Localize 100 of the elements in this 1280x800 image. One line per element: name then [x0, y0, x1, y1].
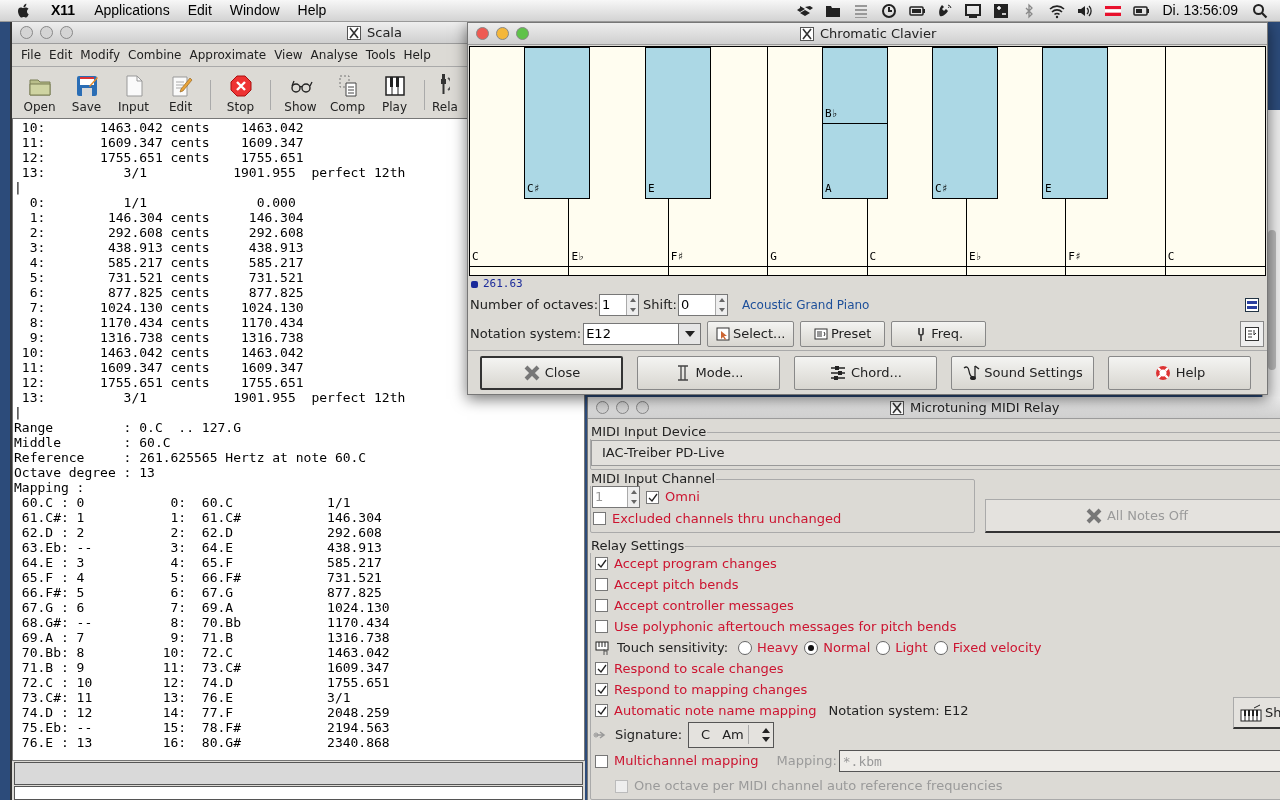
menu-item[interactable]: Modify	[76, 46, 125, 64]
toolbar-button[interactable]: Stop	[217, 74, 264, 116]
close-button[interactable]	[596, 401, 609, 414]
menu-item[interactable]: Approximate	[185, 46, 271, 64]
minimize-button[interactable]	[616, 401, 629, 414]
accidental-key[interactable]: A	[822, 122, 888, 199]
accidental-key[interactable]: E	[1042, 47, 1108, 199]
radio-button[interactable]	[738, 640, 753, 655]
menu-item[interactable]: File	[17, 46, 46, 64]
output-line: 6: 877.825 cents 877.825	[28, 285, 304, 300]
scrollbar-thumb[interactable]	[1268, 230, 1276, 370]
checkbox[interactable]	[595, 599, 608, 612]
phone-icon[interactable]	[936, 2, 953, 19]
tool-button[interactable]: Preset	[800, 321, 886, 347]
checkbox-label: Respond to mapping changes	[614, 680, 808, 699]
menu-item[interactable]: Help	[399, 46, 435, 64]
toolbar-button[interactable]: Comp	[324, 74, 371, 116]
toolbar-button[interactable]: Rela	[431, 74, 461, 116]
menu-item[interactable]: Edit	[45, 46, 77, 64]
x11-icon	[890, 400, 904, 415]
zoom-button[interactable]	[516, 27, 529, 40]
keyboard-icon	[1240, 703, 1262, 722]
menu-item[interactable]: Edit	[178, 0, 221, 21]
zoom-button[interactable]	[636, 401, 649, 414]
radio-label: Heavy	[757, 638, 799, 657]
checkbox[interactable]	[595, 620, 608, 633]
checkbox[interactable]	[646, 490, 659, 504]
dialog-button[interactable]: Mode...	[637, 355, 780, 390]
notation-combobox[interactable]: E12	[583, 323, 702, 345]
menu-item[interactable]: Tools	[361, 46, 400, 64]
toolbar-button[interactable]: Play	[371, 74, 418, 116]
checkbox[interactable]	[595, 704, 608, 717]
menu-item[interactable]: X11	[41, 0, 86, 21]
output-line: 11: 1609.347 cents 1609.347	[20, 135, 304, 150]
x11-icon	[800, 26, 814, 41]
dialog-button[interactable]: Close	[480, 355, 623, 390]
apple-icon[interactable]	[17, 2, 31, 19]
toolbar-button[interactable]: Input	[110, 74, 157, 116]
group-label: Relay Settings	[590, 539, 686, 553]
window-title: Chromatic Clavier	[820, 24, 937, 43]
accidental-key[interactable]: C♯	[932, 47, 998, 199]
display-icon[interactable]	[964, 2, 981, 19]
natural-key[interactable]: C	[1165, 199, 1265, 275]
menu-item[interactable]: View	[270, 46, 307, 64]
checkbox[interactable]	[595, 578, 608, 591]
command-field[interactable]	[14, 786, 583, 800]
side-button[interactable]: Sh	[1233, 697, 1280, 729]
checkbox[interactable]	[595, 754, 608, 768]
menu-item[interactable]: Applications	[85, 0, 179, 21]
dialog-button[interactable]: Chord...	[794, 355, 937, 390]
toolbar-button[interactable]: Save	[63, 74, 110, 116]
menu-item[interactable]: Combine	[124, 46, 186, 64]
sliders-icon	[828, 363, 847, 382]
radio-button[interactable]	[804, 640, 819, 655]
wifi-icon[interactable]	[1048, 2, 1065, 19]
output-line: 9: 1316.738 cents 1316.738	[28, 330, 304, 345]
close-button[interactable]	[476, 27, 489, 40]
checkbox[interactable]	[595, 662, 608, 675]
radio-button[interactable]	[876, 640, 891, 655]
checkbox-label: Excluded channels thru unchanged	[612, 509, 842, 528]
clock-icon[interactable]	[880, 2, 897, 19]
toolbar-button[interactable]: Open	[16, 74, 63, 116]
options-button[interactable]	[1240, 321, 1264, 347]
checkbox[interactable]	[593, 512, 606, 525]
radio-label: Light	[895, 638, 928, 657]
radio-button[interactable]	[933, 640, 948, 655]
group-label: MIDI Input Channel	[590, 472, 717, 486]
output-line: 13: 3/1 1901.955 perfect 12th	[20, 165, 406, 180]
output-line: 11: 1609.347 cents 1609.347	[20, 360, 304, 375]
minimize-button[interactable]	[496, 27, 509, 40]
menu-item[interactable]: Help	[288, 0, 336, 21]
toolbar-button[interactable]: Edit	[157, 74, 204, 116]
search-icon[interactable]	[1252, 2, 1268, 19]
dropdown-arrow-icon[interactable]	[683, 330, 696, 338]
close-button[interactable]	[20, 26, 33, 39]
toolbar-button[interactable]: Show	[277, 74, 324, 116]
menu-item[interactable]: Analyse	[306, 46, 362, 64]
tool-button[interactable]: Freq.	[891, 321, 987, 347]
instrument-link[interactable]: Acoustic Grand Piano	[741, 296, 870, 314]
checkbox[interactable]	[595, 557, 608, 570]
minimize-button[interactable]	[40, 26, 53, 39]
clock[interactable]: Di. 13:56:09	[1154, 0, 1246, 21]
dialog-button[interactable]: Help	[1108, 355, 1251, 390]
device-field[interactable]: IAC-Treiber PD-Live	[591, 440, 1280, 466]
list-icon[interactable]	[1245, 298, 1259, 312]
bars-icon[interactable]	[852, 2, 869, 19]
output-line: |	[14, 180, 22, 195]
octaves-spinner[interactable]: 1	[599, 294, 640, 316]
accidental-key[interactable]: E	[645, 47, 711, 199]
output-line: 60.C : 0 0: 60.C 1/1	[20, 495, 351, 510]
zoom-button[interactable]	[60, 26, 73, 39]
dialog-button[interactable]: Sound Settings	[951, 355, 1094, 390]
shift-spinner[interactable]: 0	[677, 294, 728, 316]
accidental-key[interactable]: C♯	[524, 47, 590, 199]
menu-item[interactable]: Window	[220, 0, 289, 21]
accidental-key[interactable]: B♭	[822, 47, 888, 124]
tool-button[interactable]: Select...	[707, 321, 795, 347]
checkbox[interactable]	[595, 683, 608, 696]
signature-spinner[interactable]: C Am	[688, 721, 774, 748]
plus-minus-icon[interactable]	[992, 2, 1009, 19]
